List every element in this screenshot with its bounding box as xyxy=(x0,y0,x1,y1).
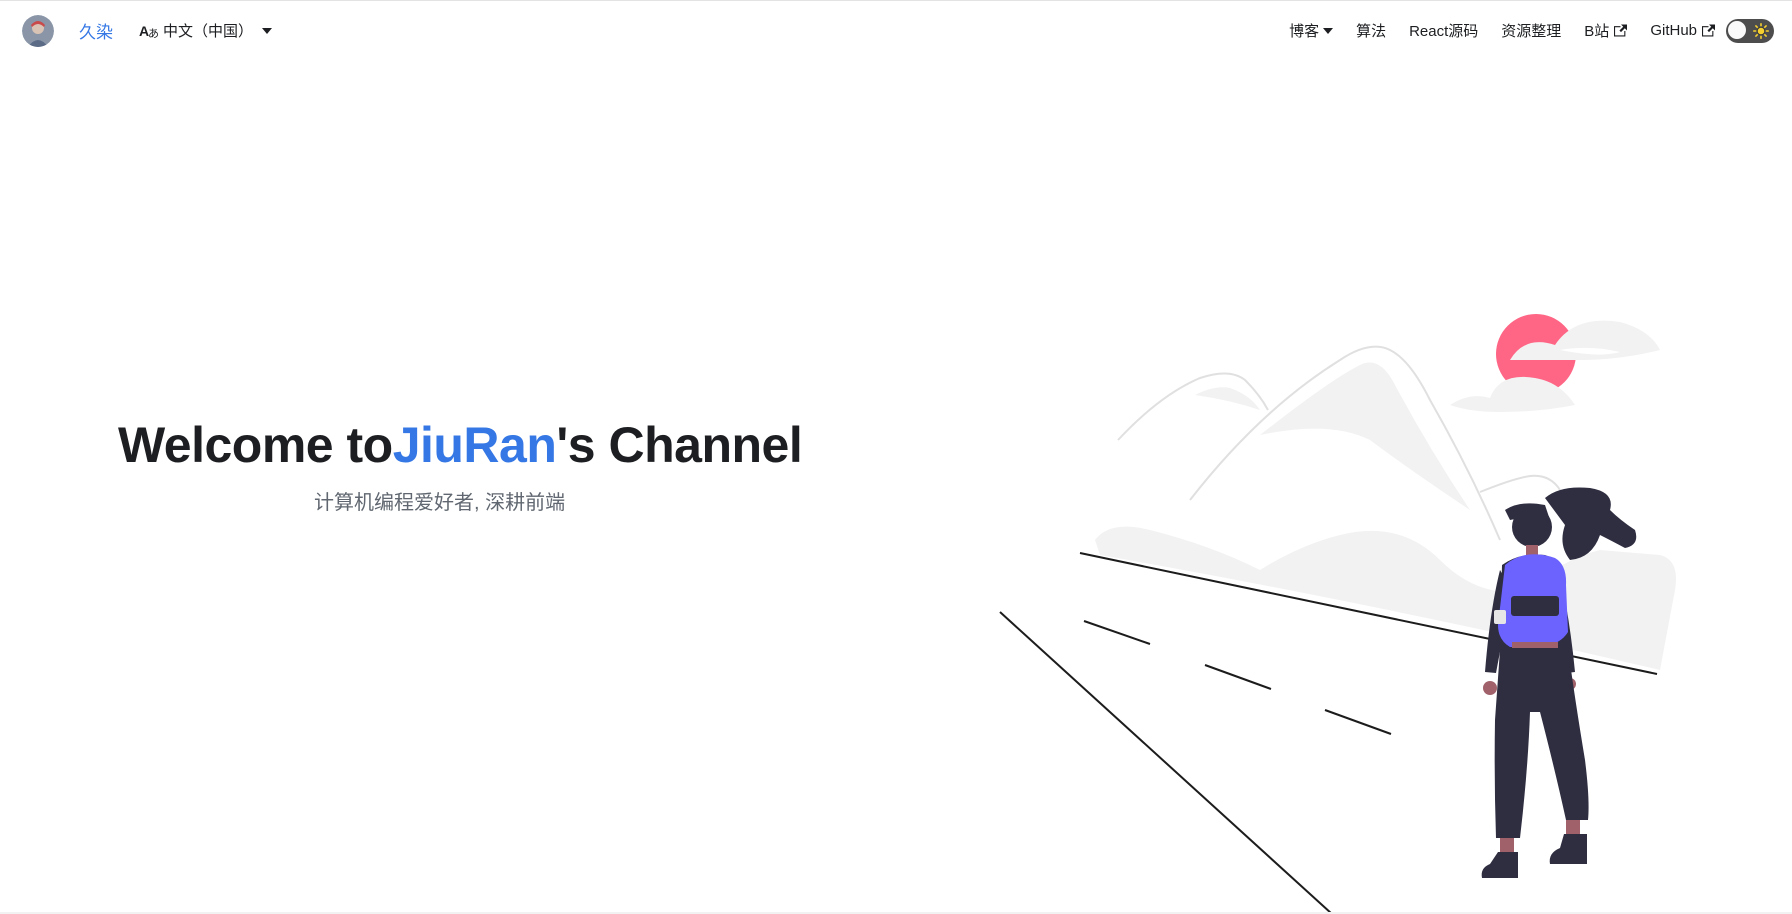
nav-blog-label: 博客 xyxy=(1289,23,1320,40)
road-dash xyxy=(1083,620,1151,645)
translate-icon: A あ xyxy=(139,21,159,41)
nav-bilibili-label: B站 xyxy=(1584,23,1610,40)
toggle-knob xyxy=(1727,19,1747,40)
chevron-down-icon xyxy=(262,27,273,34)
mountain-shape xyxy=(1260,362,1470,510)
external-link-icon xyxy=(1614,24,1628,37)
hero-title-prefix: Welcome to xyxy=(118,417,393,473)
chevron-down-icon xyxy=(1323,27,1334,34)
mountain-outline xyxy=(1479,474,1561,493)
nav-resources-link[interactable]: 资源整理 xyxy=(1501,20,1561,41)
language-label: 中文（中国） xyxy=(163,23,254,40)
hero-title: Welcome toJiuRan's Channel xyxy=(118,414,803,476)
hero-title-suffix: 's Channel xyxy=(556,417,803,473)
nav-blog-dropdown[interactable]: 博客 xyxy=(1289,20,1334,41)
external-link-icon xyxy=(1702,24,1715,37)
nav-react-source-link[interactable]: React源码 xyxy=(1409,20,1478,41)
navbar-right: 博客 算法 React源码 资源整理 B站 GitHub xyxy=(1289,18,1774,43)
svg-text:あ: あ xyxy=(148,27,159,40)
nav-algorithm-link[interactable]: 算法 xyxy=(1356,20,1386,41)
hero-illustration xyxy=(999,314,1676,914)
road-dash xyxy=(1324,709,1392,735)
avatar[interactable] xyxy=(22,14,54,47)
language-dropdown[interactable]: A あ 中文（中国） xyxy=(139,20,273,41)
navbar-left: 久染 A あ 中文（中国） xyxy=(22,14,273,47)
page: 久染 A あ 中文（中国） 博客 算法 React源码 资源整理 B站 GitH… xyxy=(0,0,1792,914)
mountain-shape xyxy=(1195,387,1260,410)
road-dash xyxy=(1204,664,1272,690)
brand-link[interactable]: 久染 xyxy=(79,18,113,43)
theme-toggle[interactable] xyxy=(1726,18,1774,43)
hero-title-highlight: JiuRan xyxy=(392,417,557,473)
road-edge xyxy=(999,611,1333,914)
hero-subtitle: 计算机编程爱好者, 深耕前端 xyxy=(314,492,566,514)
mountain-outline xyxy=(1117,372,1269,441)
navbar: 久染 A あ 中文（中国） 博客 算法 React源码 资源整理 B站 GitH… xyxy=(0,0,1792,60)
person-figure xyxy=(1481,487,1637,878)
nav-bilibili-link[interactable]: B站 xyxy=(1584,20,1628,41)
sun-icon xyxy=(1753,22,1769,39)
nav-github-link[interactable]: GitHub xyxy=(1650,22,1715,39)
nav-github-label: GitHub xyxy=(1650,22,1697,39)
